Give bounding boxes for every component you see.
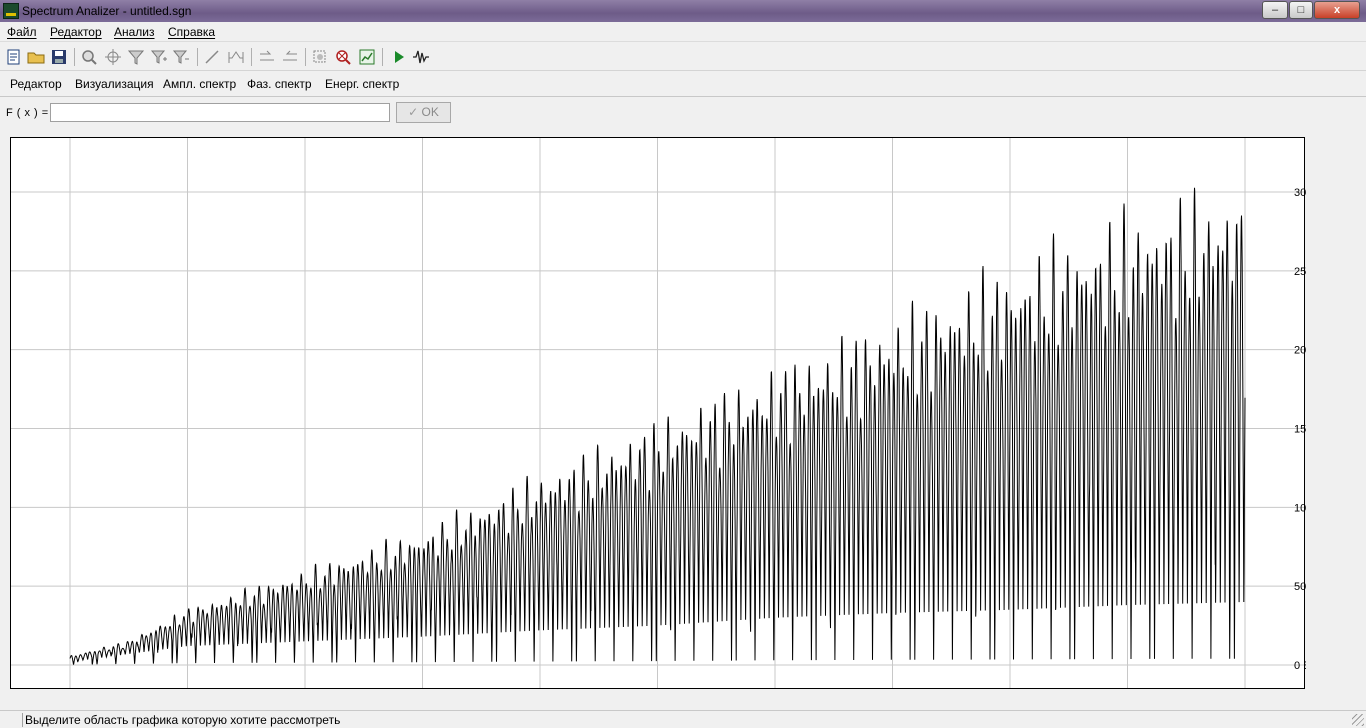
shift-right-icon[interactable] bbox=[281, 48, 299, 66]
tab-visualization[interactable]: Визуализация bbox=[75, 77, 154, 91]
checkmark-icon: ✓ bbox=[408, 105, 419, 119]
filter-add-icon[interactable] bbox=[150, 48, 168, 66]
signal-icon[interactable] bbox=[412, 48, 430, 66]
chart-svg[interactable]: 0 В50 нВ100 нВ150 нВ200 нВ250 нВ300 нВ0 … bbox=[11, 138, 1306, 690]
minimize-button[interactable]: – bbox=[1262, 1, 1288, 19]
ok-button[interactable]: ✓ OK bbox=[396, 102, 451, 123]
formula-label: F ( x ) = bbox=[6, 107, 49, 119]
y-tick-label: 100 нВ bbox=[1294, 502, 1306, 514]
save-icon[interactable] bbox=[50, 48, 68, 66]
toolbar-separator bbox=[197, 48, 198, 66]
zoom-region-icon[interactable] bbox=[311, 48, 329, 66]
menu-file[interactable]: Файл bbox=[7, 25, 37, 39]
crosshair-icon[interactable] bbox=[104, 48, 122, 66]
title-bar: Spectrum Analizer - untitled.sgn – □ x bbox=[0, 0, 1366, 22]
line-icon[interactable] bbox=[203, 48, 221, 66]
toolbar-separator bbox=[251, 48, 252, 66]
formula-row: F ( x ) = ✓ OK bbox=[0, 98, 1366, 130]
menu-analysis[interactable]: Анализ bbox=[114, 25, 155, 39]
window-title: Spectrum Analizer - untitled.sgn bbox=[22, 4, 192, 18]
toolbar-separator bbox=[382, 48, 383, 66]
close-button[interactable]: x bbox=[1314, 1, 1360, 19]
tab-editor[interactable]: Редактор bbox=[10, 77, 62, 91]
zoom-reset-icon[interactable] bbox=[334, 48, 352, 66]
ok-button-label: OK bbox=[421, 105, 439, 119]
status-text: Выделите область графика которую хотите … bbox=[22, 713, 340, 727]
y-tick-label: 200 нВ bbox=[1294, 345, 1306, 357]
filter-remove-icon[interactable] bbox=[172, 48, 190, 66]
window-icon[interactable] bbox=[227, 48, 245, 66]
tab-phase-spectrum[interactable]: Фаз. спектр bbox=[247, 77, 312, 91]
y-tick-label: 150 нВ bbox=[1294, 424, 1306, 436]
tab-amplitude-spectrum[interactable]: Ампл. спектр bbox=[163, 77, 236, 91]
toolbar-separator bbox=[305, 48, 306, 66]
toolbar bbox=[0, 43, 1366, 71]
y-tick-label: 50 нВ bbox=[1294, 581, 1306, 593]
y-tick-label: 300 нВ bbox=[1294, 187, 1306, 199]
zoom-icon[interactable] bbox=[80, 48, 98, 66]
y-tick-label: 0 В bbox=[1294, 660, 1306, 672]
shift-left-icon[interactable] bbox=[258, 48, 276, 66]
menu-bar: Файл Редактор Анализ Справка bbox=[0, 22, 1366, 42]
app-icon bbox=[3, 3, 19, 19]
menu-help[interactable]: Справка bbox=[168, 25, 215, 39]
formula-input[interactable] bbox=[50, 103, 390, 122]
open-folder-icon[interactable] bbox=[27, 48, 45, 66]
toolbar-separator bbox=[74, 48, 75, 66]
tab-energy-spectrum[interactable]: Енерг. спектр bbox=[325, 77, 399, 91]
new-file-icon[interactable] bbox=[5, 48, 23, 66]
amplitude-spectrum-chart[interactable]: 0 В50 нВ100 нВ150 нВ200 нВ250 нВ300 нВ0 … bbox=[10, 137, 1306, 690]
tab-bar: Редактор Визуализация Ампл. спектр Фаз. … bbox=[0, 72, 1366, 97]
resize-grip-icon[interactable] bbox=[1352, 714, 1364, 726]
status-bar: Выделите область графика которую хотите … bbox=[0, 710, 1366, 728]
maximize-button[interactable]: □ bbox=[1289, 1, 1313, 19]
run-icon[interactable] bbox=[390, 48, 408, 66]
chart-icon[interactable] bbox=[358, 48, 376, 66]
y-tick-label: 250 нВ bbox=[1294, 266, 1306, 278]
menu-editor[interactable]: Редактор bbox=[50, 25, 102, 39]
filter-icon[interactable] bbox=[127, 48, 145, 66]
